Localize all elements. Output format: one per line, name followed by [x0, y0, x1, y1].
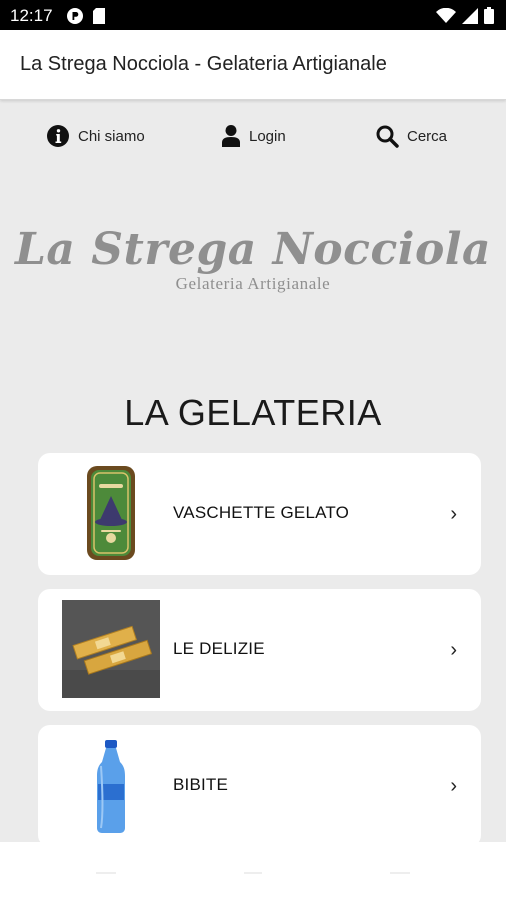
- battery-icon: [484, 7, 494, 29]
- info-icon: [46, 124, 70, 148]
- category-card-bibite[interactable]: BIBITE ›: [38, 725, 481, 847]
- nav-about-label: Chi siamo: [78, 127, 145, 145]
- home-icon[interactable]: [244, 872, 262, 874]
- status-system-icons: [436, 7, 494, 29]
- user-icon: [221, 124, 241, 148]
- nav-search-label: Cerca: [407, 127, 448, 145]
- section-title: LA GELATERIA: [124, 392, 382, 433]
- app-notification-icon: [66, 7, 84, 30]
- wifi-icon: [436, 7, 456, 29]
- app-title: La Strega Nocciola - Gelateria Artigiana…: [20, 53, 387, 75]
- category-label: LE DELIZIE: [173, 639, 265, 658]
- status-notification-icons: [66, 7, 106, 30]
- app-bar: La Strega Nocciola - Gelateria Artigiana…: [0, 30, 506, 100]
- system-nav-bar: [0, 842, 506, 900]
- nav-login-label: Login: [249, 127, 286, 145]
- green-sign-image: [62, 464, 160, 562]
- wrapped-bars-image: [62, 600, 160, 698]
- water-bottle-image: [62, 736, 160, 834]
- status-time: 12:17: [10, 6, 53, 25]
- logo-name: La Strega Nocciola: [14, 224, 492, 275]
- sd-card-icon: [92, 7, 106, 30]
- recents-icon[interactable]: [390, 872, 410, 874]
- signal-icon: [462, 7, 478, 29]
- category-label: VASCHETTE GELATO: [173, 503, 350, 522]
- chevron-right-icon: ›: [450, 503, 457, 525]
- nav-about-button[interactable]: Chi siamo: [46, 124, 145, 148]
- category-list: VASCHETTE GELATO › LE DELIZIE › BIBITE ›: [38, 453, 481, 861]
- brand-logo: La Strega Nocciola Gelateria Artigianale: [0, 222, 506, 294]
- category-label: BIBITE: [173, 775, 229, 794]
- back-icon[interactable]: [96, 872, 116, 874]
- chevron-right-icon: ›: [450, 639, 457, 661]
- status-bar: 12:17: [0, 0, 506, 30]
- chevron-right-icon: ›: [450, 775, 457, 797]
- category-card-le-delizie[interactable]: LE DELIZIE ›: [38, 589, 481, 711]
- quick-nav: Chi siamo Login Cerca: [0, 118, 506, 158]
- category-card-vaschette-gelato[interactable]: VASCHETTE GELATO ›: [38, 453, 481, 575]
- nav-search-button[interactable]: Cerca: [375, 124, 447, 148]
- search-icon: [375, 124, 399, 148]
- nav-login-button[interactable]: Login: [221, 124, 286, 148]
